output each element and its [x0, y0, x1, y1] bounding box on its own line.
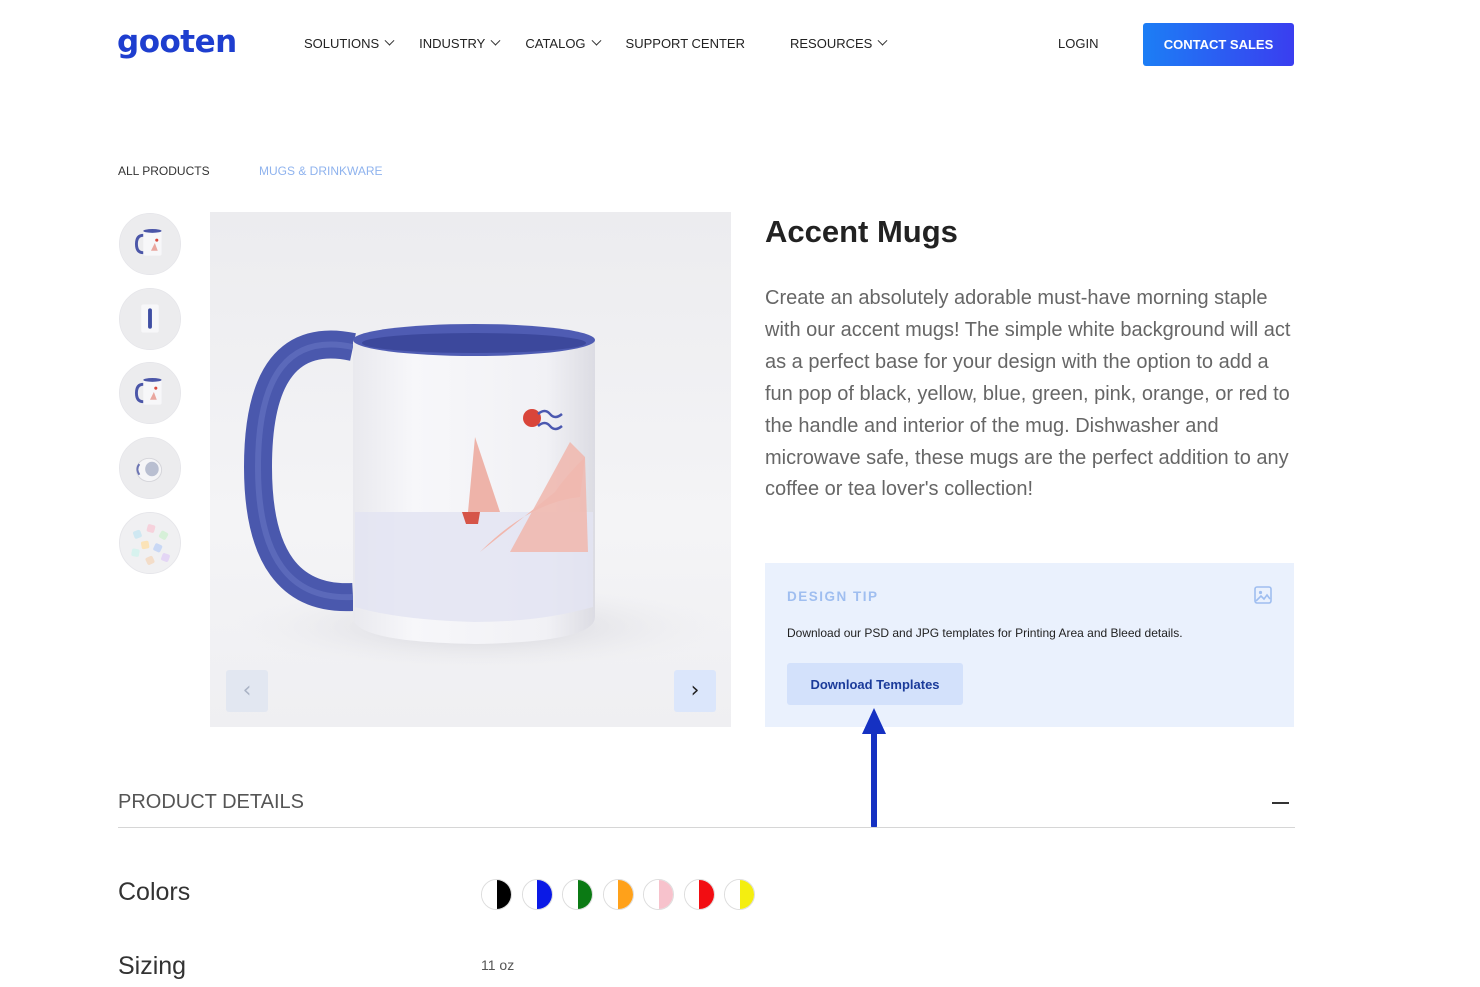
thumbnail-mug-front[interactable] [119, 213, 181, 275]
color-swatch-black[interactable] [481, 879, 512, 910]
gooten-logo[interactable]: gooten [117, 24, 237, 60]
color-swatch-blue[interactable] [521, 879, 553, 910]
nav-support-center-label: SUPPORT CENTER [625, 36, 745, 51]
color-swatch-yellow[interactable] [724, 879, 755, 910]
nav-resources-label: RESOURCES [789, 36, 873, 51]
thumbnail-mug-top[interactable] [119, 437, 181, 499]
nav-solutions-label: SOLUTIONS [304, 36, 380, 51]
nav-support-center[interactable]: SUPPORT CENTER [626, 36, 745, 51]
color-swatch-red[interactable] [683, 879, 715, 910]
breadcrumb-all-products[interactable]: ALL PRODUCTS [118, 164, 210, 178]
color-swatch-green[interactable] [562, 879, 593, 910]
image-icon[interactable] [1253, 585, 1273, 605]
thumbnail-mug-set[interactable] [119, 512, 181, 574]
chevron-down-icon [591, 35, 601, 46]
nav-resources[interactable]: RESOURCES [789, 35, 888, 51]
nav-industry[interactable]: INDUSTRY [419, 35, 501, 51]
breadcrumb-mugs-drinkware[interactable]: MUGS & DRINKWARE [259, 164, 383, 178]
mug-illustration [230, 324, 730, 672]
main-nav: SOLUTIONS INDUSTRY CATALOG SUPPORT CENTE… [304, 35, 912, 51]
thumbnail-mug-angle[interactable] [119, 362, 181, 424]
product-description: Create an absolutely adorable must-have … [765, 287, 1291, 501]
colors-label: Colors [118, 878, 191, 906]
design-tip-text: Download our PSD and JPG templates for P… [787, 626, 1183, 640]
product-details-heading[interactable]: PRODUCT DETAILS [118, 791, 304, 814]
gallery-prev-button[interactable]: ‹ [226, 670, 268, 712]
color-swatch-orange[interactable] [602, 879, 634, 910]
chevron-down-icon [877, 35, 888, 46]
sizing-label: Sizing [118, 952, 187, 980]
details-divider [118, 827, 1295, 828]
nav-solutions[interactable]: SOLUTIONS [304, 35, 395, 51]
contact-sales-button[interactable]: CONTACT SALES [1143, 23, 1294, 66]
color-swatch-pink[interactable] [643, 879, 674, 910]
chevron-left-icon: ‹ [242, 678, 252, 703]
nav-industry-label: INDUSTRY [419, 36, 486, 51]
product-title: Accent Mugs [765, 214, 958, 249]
login-link[interactable]: LOGIN [1058, 36, 1098, 51]
download-templates-button[interactable]: Download Templates [787, 663, 963, 705]
color-swatches [481, 879, 765, 910]
nav-catalog[interactable]: CATALOG [525, 35, 601, 51]
product-main-image: ‹ › [210, 212, 731, 727]
gallery-next-button[interactable]: › [674, 670, 716, 712]
thumbnail-mug-side[interactable] [119, 288, 181, 350]
collapse-minus-icon[interactable] [1272, 802, 1289, 804]
chevron-down-icon [490, 35, 501, 46]
sizing-value: 11 oz [481, 957, 515, 973]
nav-catalog-label: CATALOG [525, 36, 586, 51]
design-tip-heading: DESIGN TIP [787, 589, 879, 604]
chevron-right-icon: › [690, 678, 700, 703]
annotation-arrow-icon [862, 708, 886, 828]
chevron-down-icon [384, 35, 395, 46]
design-tip-panel: DESIGN TIP Download our PSD and JPG temp… [765, 563, 1294, 727]
